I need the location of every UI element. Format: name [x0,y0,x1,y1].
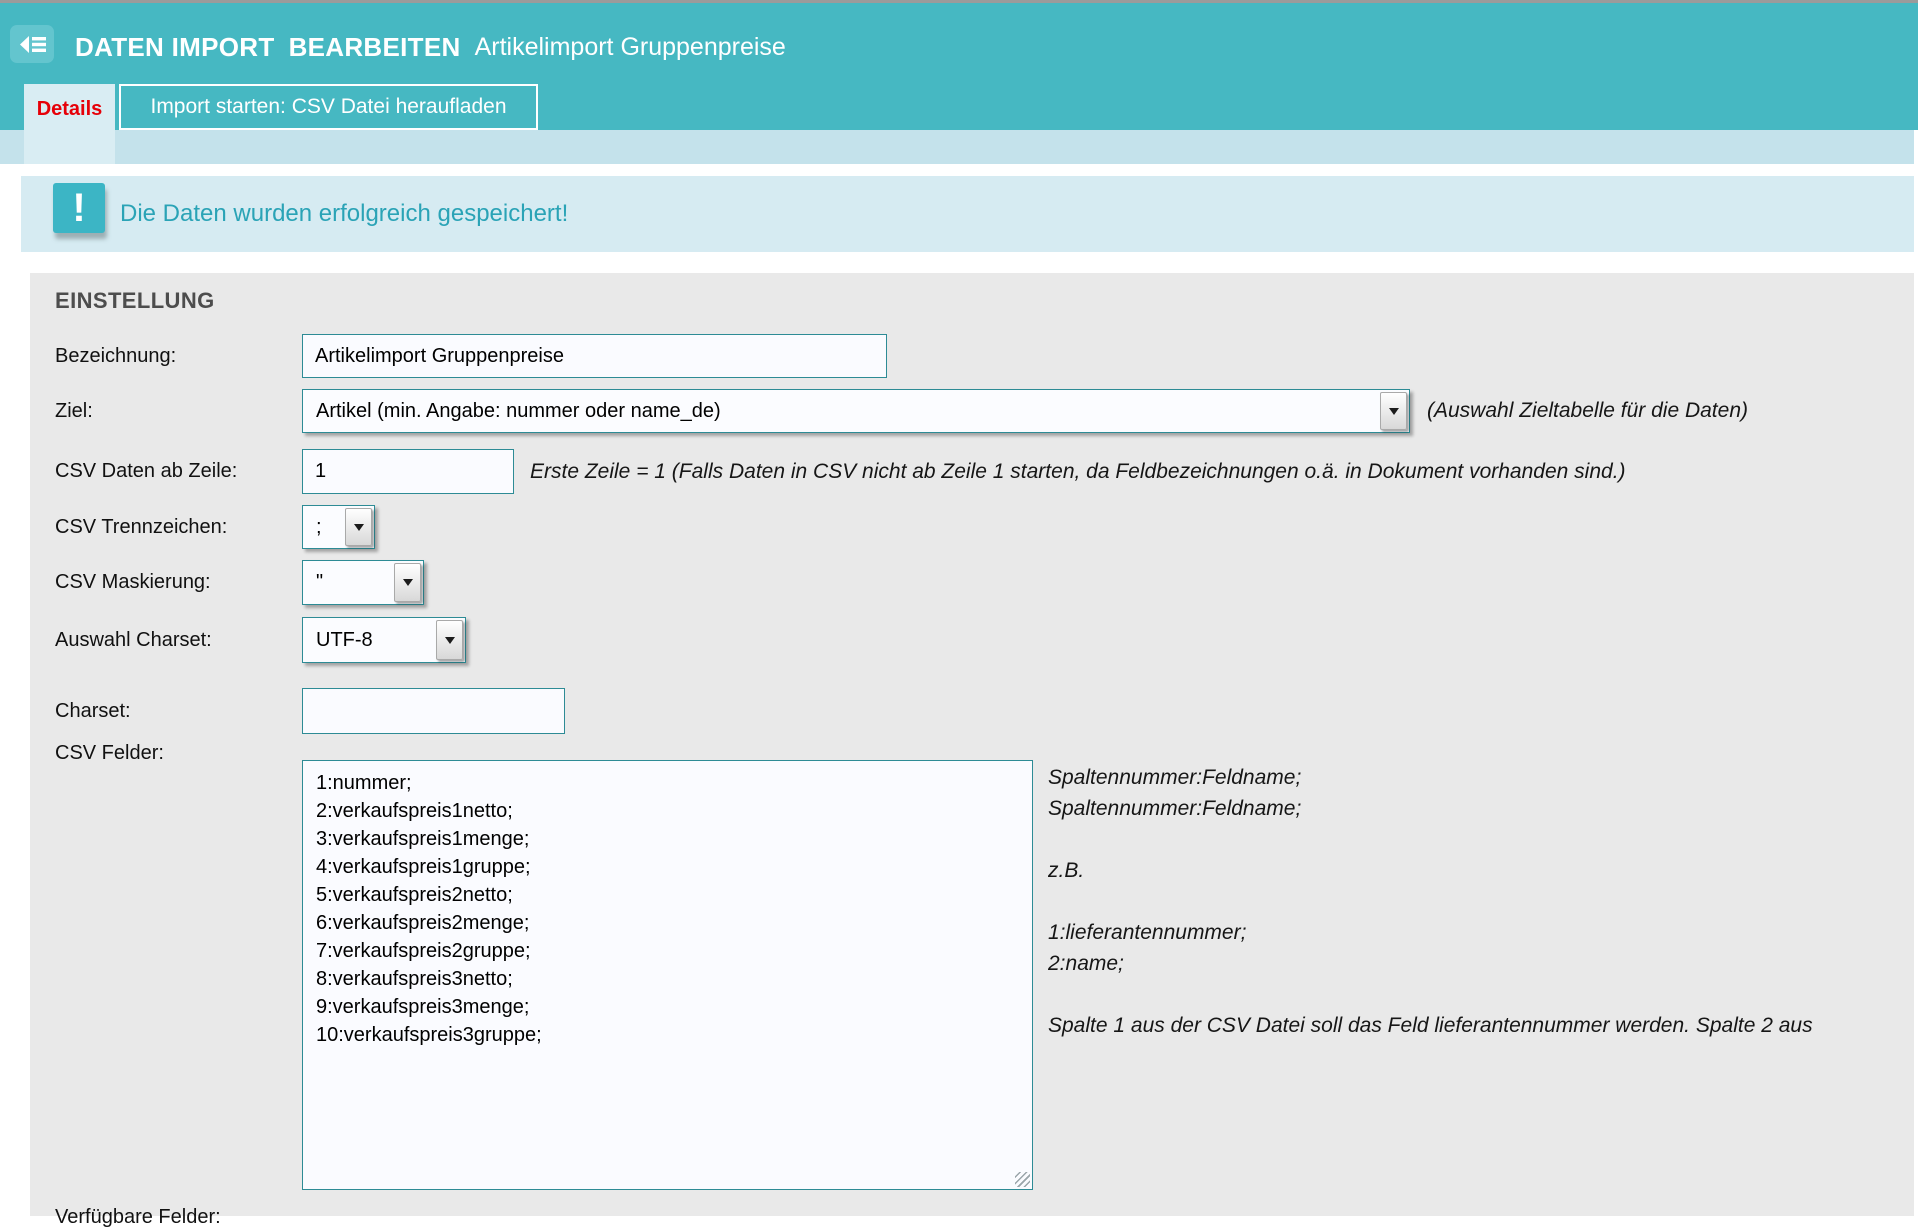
charset-label: Charset: [55,688,290,734]
auswahl-charset-select-arrow-button[interactable] [436,620,463,660]
hint-line: Spaltennummer:Feldname; [1048,762,1916,793]
csv-daten-ab-zeile-label: CSV Daten ab Zeile: [55,449,290,494]
sub-header-band [0,130,1914,164]
ziel-note: (Auswahl Zieltabelle für die Daten) [1427,389,1748,433]
chevron-down-icon [445,637,455,644]
hint-line [1048,824,1916,855]
back-menu-icon [19,34,46,55]
csv-maskierung-select[interactable]: " [302,560,424,605]
csv-felder-label: CSV Felder: [55,738,290,768]
bezeichnung-input[interactable] [302,334,887,378]
textarea-resize-handle[interactable] [1015,1172,1030,1187]
tab-details-label: Details [37,98,103,121]
success-message-text: Die Daten wurden erfolgreich gespeichert… [120,176,568,252]
csv-felder-textarea-wrap: 1:nummer; 2:verkaufspreis1netto; 3:verka… [302,760,1033,1190]
success-message: ! Die Daten wurden erfolgreich gespeiche… [21,176,1914,252]
csv-trennzeichen-label: CSV Trennzeichen: [55,505,290,549]
tab-import-starten-label: Import starten: CSV Datei heraufladen [150,95,506,119]
section-heading: EINSTELLUNG [55,288,215,314]
hint-line: 1:lieferantennummer; [1048,917,1916,948]
csv-trennzeichen-select-value: ; [316,506,322,548]
tab-import-starten[interactable]: Import starten: CSV Datei heraufladen [119,84,538,130]
csv-maskierung-select-value: " [316,561,323,604]
ziel-select-value: Artikel (min. Angabe: nummer oder name_d… [316,390,721,432]
csv-maskierung-select-arrow-button[interactable] [394,563,421,602]
auswahl-charset-select-value: UTF-8 [316,618,373,662]
csv-daten-ab-zeile-note: Erste Zeile = 1 (Falls Daten in CSV nich… [530,449,1626,494]
auswahl-charset-select[interactable]: UTF-8 [302,617,466,663]
verfuegbare-felder-label: Verfügbare Felder: [55,1206,221,1229]
chevron-down-icon [1389,408,1399,415]
hint-line [1048,979,1916,1010]
ziel-select[interactable]: Artikel (min. Angabe: nummer oder name_d… [302,389,1410,433]
csv-felder-textarea[interactable]: 1:nummer; 2:verkaufspreis1netto; 3:verka… [302,760,1033,1190]
csv-maskierung-label: CSV Maskierung: [55,560,290,605]
ziel-label: Ziel: [55,389,290,433]
hint-line [1048,886,1916,917]
page-title-secondary: BEARBEITEN [289,32,461,63]
csv-trennzeichen-select[interactable]: ; [302,505,375,549]
page-title-item: Artikelimport Gruppenpreise [475,33,786,62]
auswahl-charset-label: Auswahl Charset: [55,617,290,663]
hint-line: Spaltennummer:Feldname; [1048,793,1916,824]
page-title: DATEN IMPORT BEARBEITEN Artikelimport Gr… [75,29,786,65]
alert-exclamation-icon: ! [53,183,105,233]
back-button[interactable] [10,25,54,63]
page-title-primary: DATEN IMPORT [75,32,275,63]
chevron-down-icon [354,524,364,531]
hint-line: z.B. [1048,855,1916,886]
hint-line: 2:name; [1048,948,1916,979]
chevron-down-icon [403,579,413,586]
csv-trennzeichen-select-arrow-button[interactable] [345,508,372,546]
tab-details[interactable]: Details [24,84,115,164]
bezeichnung-label: Bezeichnung: [55,334,290,378]
charset-input[interactable] [302,688,565,734]
csv-felder-hints: Spaltennummer:Feldname; Spaltennummer:Fe… [1048,762,1916,1041]
alert-exclamation-glyph: ! [72,186,85,231]
csv-daten-ab-zeile-input[interactable] [302,449,514,494]
ziel-select-arrow-button[interactable] [1380,392,1407,430]
hint-line: Spalte 1 aus der CSV Datei soll das Feld… [1048,1010,1916,1041]
